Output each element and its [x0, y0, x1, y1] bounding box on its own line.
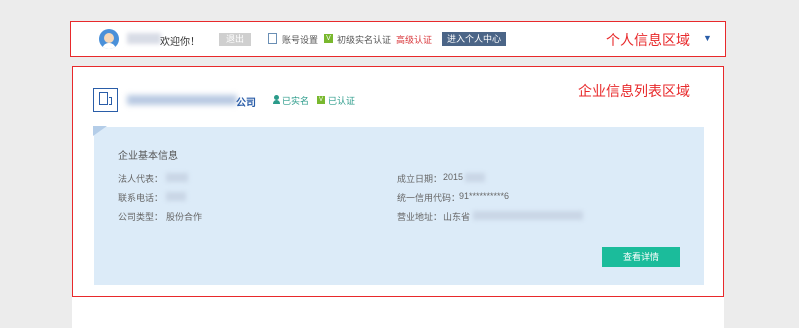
advanced-verify-link[interactable]: 高级认证: [396, 33, 432, 46]
company-name-redacted: [127, 95, 237, 105]
address-label: 营业地址：: [397, 212, 443, 222]
enterprise-info-area: 公司 已实名 V 已认证 企业信息列表区域 企业基本信息 法人代表： 联系电话：…: [72, 66, 724, 297]
company-name[interactable]: 公司: [236, 94, 256, 109]
card-title: 企业基本信息: [118, 151, 178, 162]
account-settings-icon: [268, 33, 277, 44]
personal-center-button[interactable]: 进入个人中心: [442, 32, 507, 46]
verified-status: 已认证: [328, 96, 356, 106]
personal-info-bar: 欢迎你！ 退出 账号设置 V 初级实名认证 高级认证 进入个人中心 个人信息区域…: [70, 21, 726, 57]
company-info-card: 企业基本信息 法人代表： 联系电话： 公司类型： 股份合作 成立日期： 2015…: [93, 126, 704, 285]
company-type-value: 股份合作: [166, 212, 203, 222]
legal-rep-label: 法人代表：: [118, 174, 164, 184]
region-label-enterprise: 企业信息列表区域: [578, 83, 690, 99]
address-value: 山东省: [443, 212, 471, 222]
phone-value-redacted: [166, 192, 186, 201]
username-redacted: [127, 33, 161, 44]
legal-rep-value-redacted: [166, 173, 188, 182]
address-value-redacted: [473, 211, 583, 220]
founded-value: 2015: [443, 172, 464, 182]
person-icon: [273, 95, 280, 104]
registered-status: 已实名: [282, 96, 310, 106]
region-label-personal: 个人信息区域: [606, 32, 690, 48]
credit-code-value: 91**********6: [459, 191, 510, 201]
founded-label: 成立日期：: [397, 174, 443, 184]
card-corner-tab: [93, 126, 107, 136]
chevron-down-icon[interactable]: ▼: [703, 33, 712, 43]
founded-value-redacted: [465, 173, 485, 182]
view-details-button[interactable]: 查看详情: [602, 247, 680, 267]
phone-label: 联系电话：: [118, 193, 164, 203]
verify-status: 初级实名认证: [337, 35, 392, 45]
company-icon: [93, 88, 118, 112]
logout-button[interactable]: 退出: [219, 33, 251, 46]
verified-badge-icon: V: [317, 96, 325, 104]
account-settings-link[interactable]: 账号设置: [282, 33, 318, 46]
avatar[interactable]: [99, 29, 119, 49]
welcome-text: 欢迎你！: [160, 37, 200, 48]
credit-code-label: 统一信用代码：: [397, 193, 461, 203]
company-type-label: 公司类型：: [118, 212, 164, 222]
verify-badge-icon: V: [324, 34, 333, 43]
